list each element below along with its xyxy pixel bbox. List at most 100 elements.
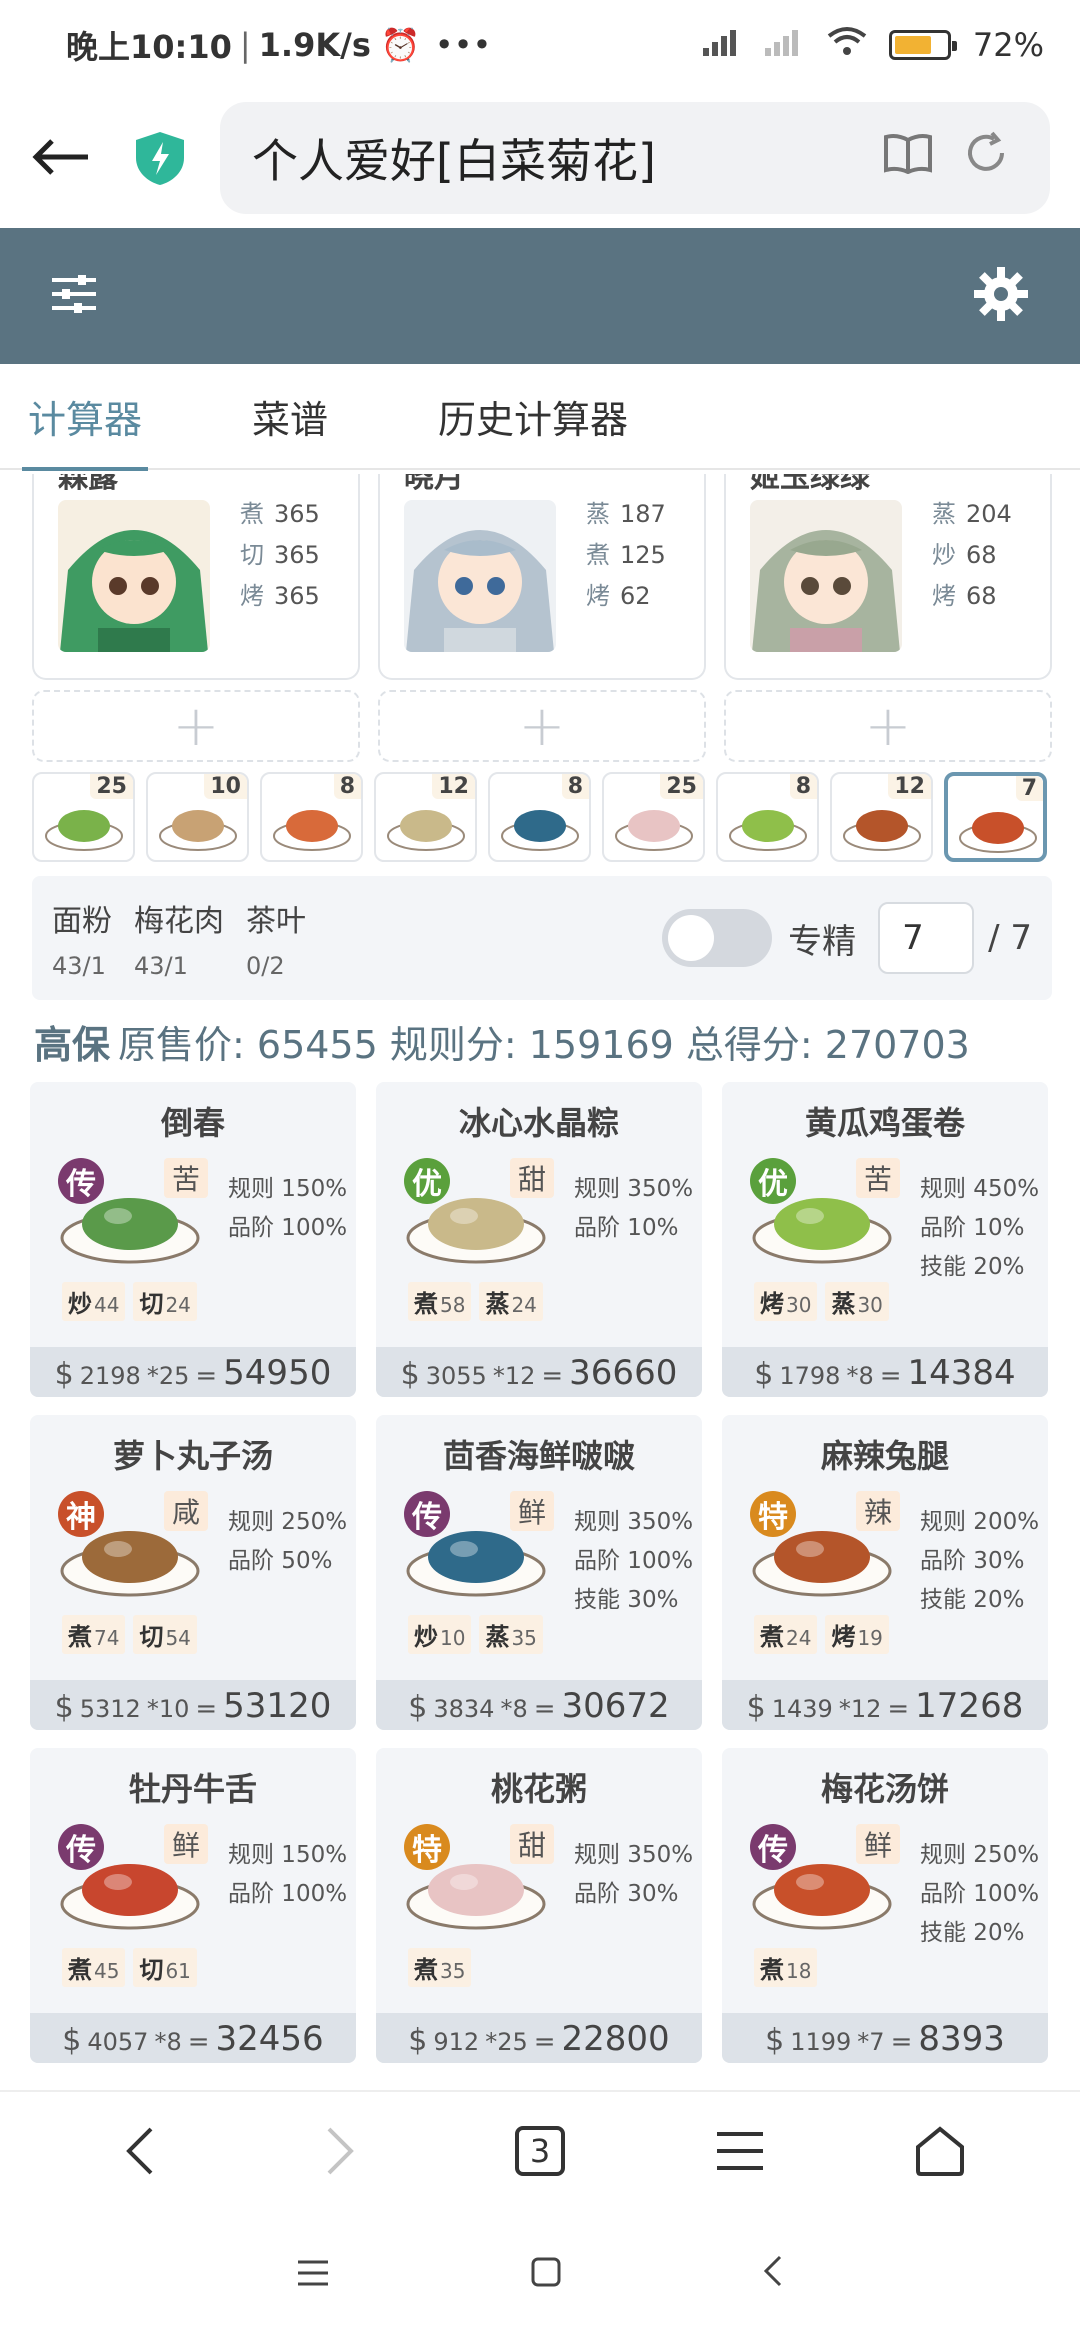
quantity: *12	[492, 1362, 536, 1390]
filter-settings-icon[interactable]	[52, 274, 96, 318]
dish-ingredient: 切 61	[133, 1948, 197, 1987]
add-slot-button[interactable]: +	[378, 690, 706, 762]
zhuanjing-max: / 7	[988, 918, 1032, 958]
nav-back-icon[interactable]	[90, 2101, 190, 2201]
zhuanjing-toggle[interactable]	[662, 909, 773, 967]
dish-stat: 规则 450%	[920, 1176, 1040, 1202]
dish-ingredient: 煮 58	[408, 1282, 472, 1321]
reader-mode-icon[interactable]	[876, 132, 940, 184]
dish-thumbnail[interactable]: 12	[830, 772, 933, 862]
tab-history-calculator[interactable]: 历史计算器	[438, 363, 628, 469]
dish-thumbnail[interactable]: 7	[944, 772, 1047, 862]
dish-name: 冰心水晶粽	[458, 1104, 619, 1142]
summary-text: 原售价: 65455 规则分: 159169 总得分: 270703	[118, 1023, 970, 1067]
dish-thumbnail[interactable]: 8	[260, 772, 363, 862]
system-back-icon[interactable]	[762, 2252, 784, 2298]
back-arrow-icon[interactable]	[30, 126, 110, 191]
dish-card[interactable]: 桃花粥特 甜规则 350% 品阶 30% 煮 35 $912 *25 = 22800	[376, 1748, 702, 2063]
chef-name: 姬玉绿绿	[750, 474, 870, 495]
dish-price-bar: $3055 *12 = 36660	[376, 1347, 702, 1397]
dish-stat: 品阶 100%	[574, 1548, 694, 1574]
dish-ingredient: 煮 18	[754, 1948, 818, 1987]
dish-price-bar: $912 *25 = 22800	[376, 2013, 702, 2063]
security-shield-icon[interactable]	[130, 128, 190, 188]
tabs-count-button[interactable]: 3	[490, 2101, 590, 2201]
gear-icon[interactable]	[974, 267, 1028, 325]
add-slot-button[interactable]: +	[724, 690, 1052, 762]
zhuanjing-input[interactable]: 7	[878, 902, 975, 974]
quantity: *8	[154, 2028, 182, 2056]
dish-card[interactable]: 茴香海鲜啵啵传 鲜规则 350% 品阶 100% 技能 30% 炒 10 蒸 35 $3834 *…	[376, 1415, 702, 1730]
taste-badge: 咸	[164, 1491, 208, 1531]
chef-skill: 煮 125	[586, 541, 666, 569]
dish-card[interactable]: 黄瓜鸡蛋卷优 苦规则 450% 品阶 10% 技能 20% 烤 30 蒸 30 $1798 *8 =…	[722, 1082, 1048, 1397]
dish-stat: 规则 150%	[228, 1176, 348, 1202]
rarity-badge: 传	[58, 1824, 104, 1870]
page-title-text[interactable]: 个人爱好[白菜菊花]	[252, 125, 862, 191]
dish-grid: 倒春传苦规则 150% 品阶 100% 炒 44 切 24 $2198 *25 = 54950 冰心…	[30, 1082, 1050, 2063]
rarity-badge: 优	[750, 1158, 796, 1204]
dish-ingredient: 切 54	[133, 1615, 197, 1654]
dish-name: 麻辣兔腿	[820, 1437, 949, 1475]
dish-card[interactable]: 萝卜丸子汤神 咸规则 250% 品阶 50% 煮 74 切 54 $5312 *10 = 53120	[30, 1415, 356, 1730]
dish-name: 萝卜丸子汤	[112, 1437, 273, 1475]
status-bar: 晚上10:10 | 1.9K/s ⏰ ••• 72%	[0, 0, 1080, 90]
dish-stat: 技能 20%	[920, 1254, 1025, 1280]
dish-image	[959, 812, 1037, 853]
dish-stat: 品阶 100%	[228, 1881, 348, 1907]
system-nav-bar	[0, 2230, 1080, 2320]
rarity-badge: 传	[750, 1824, 796, 1870]
dish-stat: 技能 20%	[920, 1587, 1025, 1613]
dish-card[interactable]: 牡丹牛舌传 鲜规则 150% 品阶 100% 煮 45 切 61 $4057 *8 = 32456	[30, 1748, 356, 2063]
chef-skill: 烤 62	[586, 582, 651, 610]
menu-icon[interactable]	[690, 2101, 790, 2201]
dish-stat: 规则 350%	[574, 1842, 694, 1868]
dish-thumbnail[interactable]: 10	[146, 772, 249, 862]
dish-stat: 规则 350%	[574, 1176, 694, 1202]
dish-image	[159, 810, 237, 851]
dish-thumbnail[interactable]: 25	[32, 772, 135, 862]
dish-card[interactable]: 梅花汤饼传 鲜规则 250% 品阶 100% 技能 20% 煮 18 $1199 *7 = 839…	[722, 1748, 1048, 2063]
guarantee-badge: 高保	[34, 1023, 111, 1067]
dish-total: 36660	[569, 1353, 678, 1393]
chef-skill: 蒸 187	[586, 500, 666, 528]
url-field[interactable]: 个人爱好[白菜菊花]	[220, 102, 1050, 214]
signal-icon	[702, 26, 743, 64]
dish-thumbnail[interactable]: 25	[602, 772, 705, 862]
dish-card[interactable]: 倒春传 苦规则 150% 品阶 100% 炒 44 切 24 $2198 *25 = 54950	[30, 1082, 356, 1397]
dish-card[interactable]: 麻辣兔腿特 辣规则 200% 品阶 30% 技能 20% 煮 24 烤 19 $1439 *12 =…	[722, 1415, 1048, 1730]
dish-card[interactable]: 冰心水晶粽优 甜规则 350% 品阶 10% 煮 58 蒸 24 $3055 *12 = 36660	[376, 1082, 702, 1397]
chef-card[interactable]: 晓月 蒸 187 煮 125 烤 62	[378, 474, 706, 680]
dish-thumbnail[interactable]: 12	[374, 772, 477, 862]
unit-price: 5312	[79, 1695, 141, 1723]
home-square-icon[interactable]	[530, 2252, 562, 2298]
unit-price: 3055	[425, 1362, 487, 1390]
dish-stat: 品阶 30%	[920, 1548, 1025, 1574]
tab-calculator[interactable]: 计算器	[21, 363, 149, 471]
dish-thumbnail[interactable]: 8	[488, 772, 591, 862]
chef-avatar	[58, 500, 210, 652]
dish-name: 桃花粥	[490, 1770, 587, 1808]
unit-price: 1439	[771, 1695, 833, 1723]
nav-forward-icon[interactable]	[290, 2101, 390, 2201]
chef-name: 晓月	[404, 474, 464, 495]
add-slot-button[interactable]: +	[32, 690, 360, 762]
unit-price: 2198	[79, 1362, 141, 1390]
dish-total: 54950	[223, 1353, 332, 1393]
chef-card[interactable]: 森露 煮 365 切 365 烤 365	[32, 474, 360, 680]
status-time: 晚上10:10	[66, 28, 232, 66]
browser-bottom-nav: 3	[0, 2090, 1080, 2210]
dish-name: 黄瓜鸡蛋卷	[804, 1104, 965, 1142]
dish-thumbnail[interactable]: 8	[716, 772, 819, 862]
dish-stat: 品阶 100%	[920, 1881, 1040, 1907]
unit-price: 1798	[779, 1362, 841, 1390]
chef-avatar	[750, 500, 902, 652]
dish-price-bar: $4057 *8 = 32456	[30, 2013, 356, 2063]
tab-recipes[interactable]: 菜谱	[252, 363, 328, 469]
refresh-icon[interactable]	[954, 131, 1018, 185]
dish-stat: 规则 150%	[228, 1842, 348, 1868]
chef-card[interactable]: 姬玉绿绿 蒸 204 炒 68 烤 68	[724, 474, 1052, 680]
quantity: *10	[146, 1695, 190, 1723]
home-icon[interactable]	[890, 2101, 990, 2201]
recent-apps-icon[interactable]	[296, 2252, 330, 2298]
